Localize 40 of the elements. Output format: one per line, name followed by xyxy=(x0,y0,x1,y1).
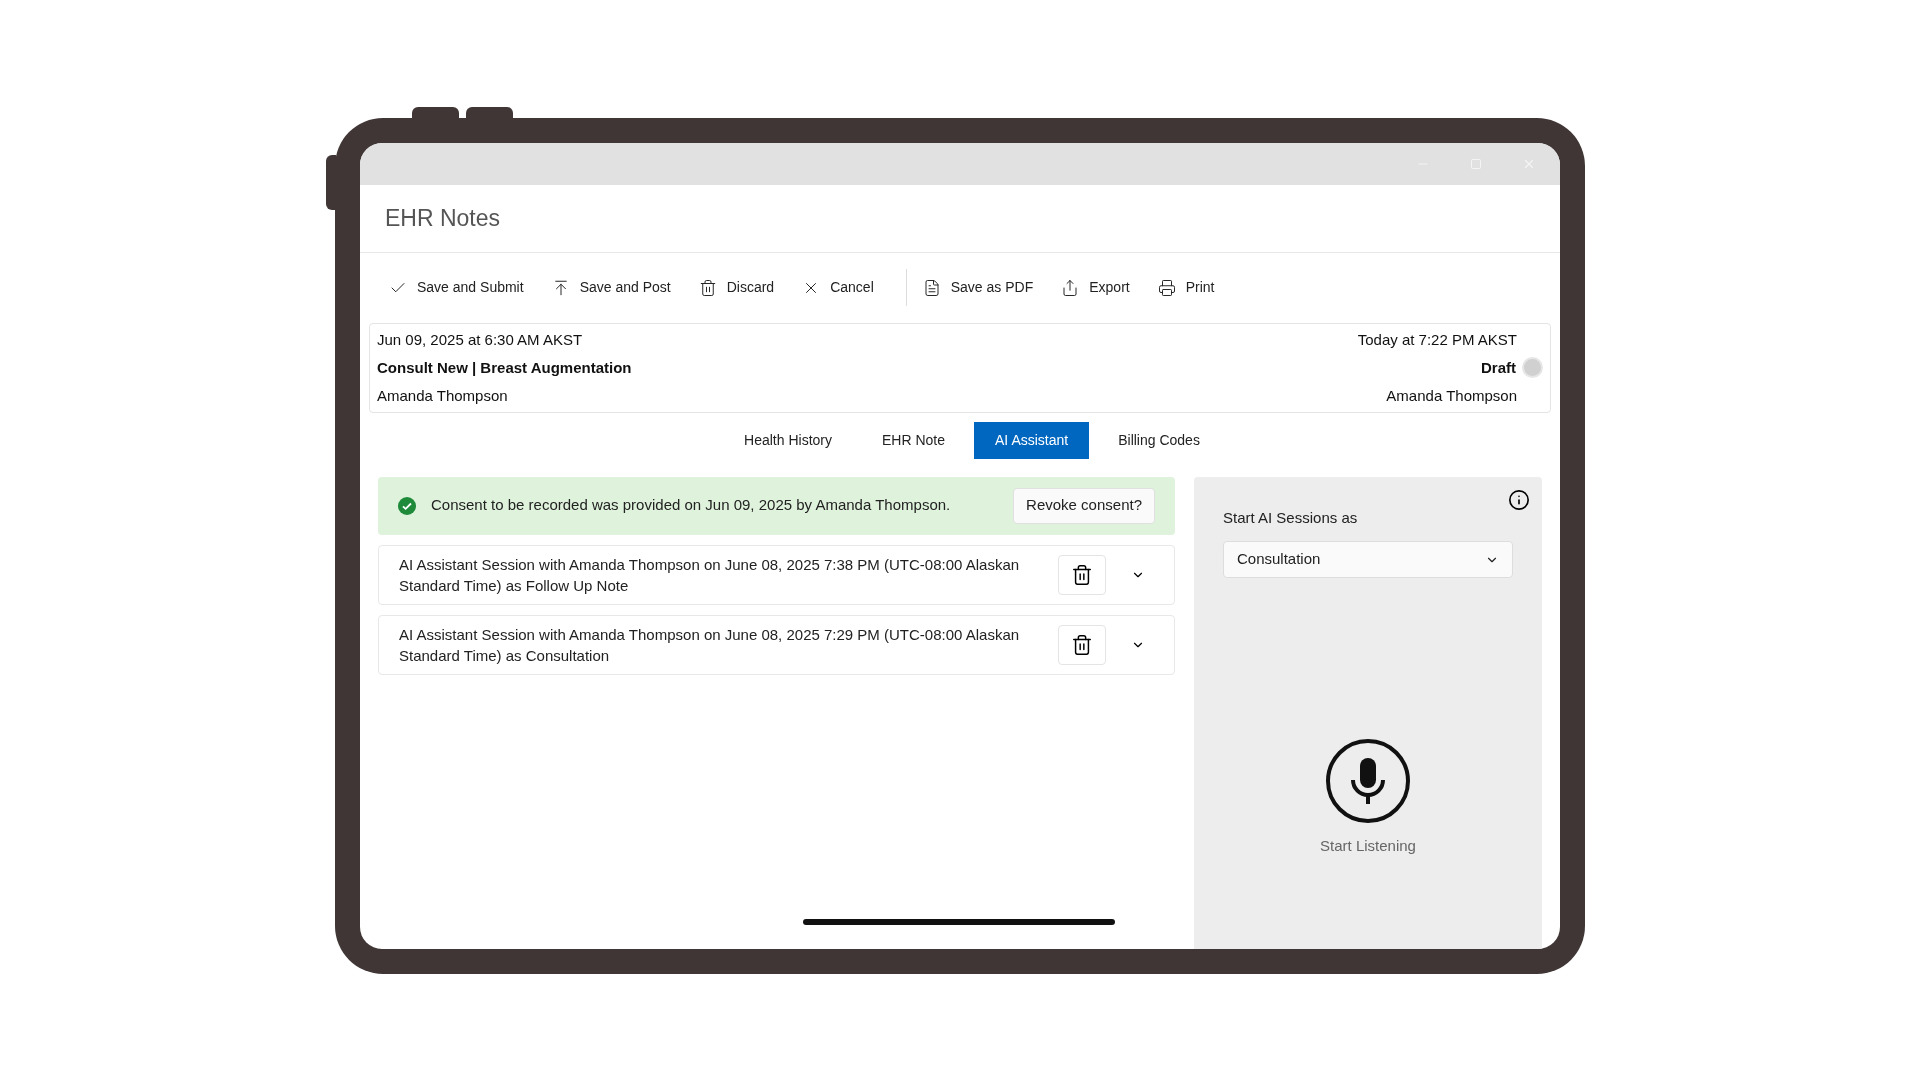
author-name: Amanda Thompson xyxy=(377,385,509,406)
consent-message: Consent to be recorded was provided on Jun 09, 2025 by Amanda Thompson. xyxy=(431,495,952,516)
trash-icon xyxy=(1071,563,1093,586)
microphone-icon xyxy=(1348,756,1388,806)
toolbar-button[interactable]: Export xyxy=(1057,269,1134,306)
share-icon xyxy=(1061,278,1080,297)
printer-icon xyxy=(1157,278,1176,297)
editor-name: Amanda Thompson xyxy=(1386,385,1517,406)
window-title: EHR Notes xyxy=(385,205,501,231)
session-description: AI Assistant Session with Amanda Thompson on June 08, 2025 7:29 PM (UTC-08:00 Alaskan Standard Time) as Consultation xyxy=(399,624,1021,666)
toolbar-button[interactable]: Print xyxy=(1153,269,1219,306)
session-description: AI Assistant Session with Amanda Thompson on June 08, 2025 7:38 PM (UTC-08:00 Alaskan Standard Time) as Follow Up Note xyxy=(399,554,1021,596)
note-title: Consult New | Breast Augmentation xyxy=(377,357,632,378)
document-icon xyxy=(922,278,941,297)
status-indicator xyxy=(1522,357,1543,378)
updated-date: Today at 7:22 PM AKST xyxy=(1357,329,1517,350)
toolbar-button[interactable]: Save as PDF xyxy=(918,269,1038,306)
info-icon[interactable] xyxy=(1508,488,1530,511)
toolbar-button[interactable]: Save and Post xyxy=(547,269,675,306)
trash-icon xyxy=(698,278,717,297)
start-listening-label: Start Listening xyxy=(1320,836,1416,856)
tab[interactable]: Health History xyxy=(723,421,853,459)
session-row[interactable]: AI Assistant Session with Amanda Thompson on June 08, 2025 7:38 PM (UTC-08:00 Alaskan Standard Time) as Follow Up Note xyxy=(378,544,1175,605)
session-type-label: Start AI Sessions as xyxy=(1223,507,1359,528)
session-row[interactable]: AI Assistant Session with Amanda Thompson on June 08, 2025 7:29 PM (UTC-08:00 Alaskan Standard Time) as Consultation xyxy=(378,614,1175,675)
session-type-dropdown[interactable]: Consultation xyxy=(1223,541,1513,578)
tab[interactable]: Billing Codes xyxy=(1097,421,1221,459)
tab[interactable]: AI Assistant xyxy=(974,421,1090,459)
microphone-button[interactable] xyxy=(1326,739,1410,823)
toolbar-button[interactable]: Cancel xyxy=(798,269,878,306)
revoke-consent-button[interactable]: Revoke consent? xyxy=(1013,487,1155,524)
created-date: Jun 09, 2025 at 6:30 AM AKST xyxy=(377,329,584,350)
trash-icon xyxy=(1071,633,1093,656)
delete-button[interactable] xyxy=(1058,624,1106,665)
status-label: Draft xyxy=(1481,357,1516,378)
tab[interactable]: EHR Note xyxy=(861,421,967,459)
toolbar-button[interactable]: Discard xyxy=(694,269,779,306)
check-circle-icon xyxy=(398,496,416,515)
delete-button[interactable] xyxy=(1058,554,1106,595)
toolbar-button[interactable]: Save and Submit xyxy=(385,269,528,306)
